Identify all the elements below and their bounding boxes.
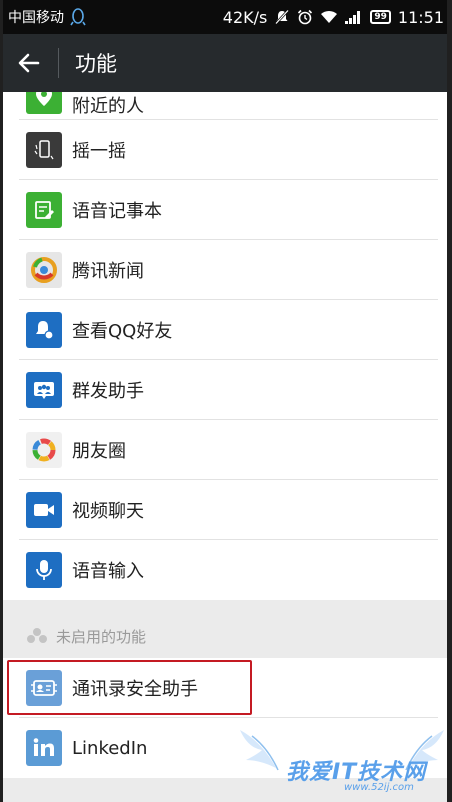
left-frame-edge xyxy=(0,0,3,802)
feature-list: 附近的人 摇一摇 语音记事本 腾讯新闻 查看QQ好友 群发助手 朋友圈 视频聊天… xyxy=(0,92,452,778)
feature-label: 视频聊天 xyxy=(72,501,144,522)
right-frame-edge xyxy=(447,0,452,802)
feature-item-nearby[interactable]: 附近的人 xyxy=(0,92,452,120)
feature-label: 语音记事本 xyxy=(72,201,162,222)
status-bar: 中国移动 42K/s 99 11:51 xyxy=(0,0,452,34)
feature-item-voice-notepad[interactable]: 语音记事本 xyxy=(0,180,452,240)
mass-send-icon xyxy=(26,372,62,408)
status-indicators: 42K/s 99 11:51 xyxy=(223,8,444,27)
wifi-icon xyxy=(321,10,338,23)
toolbar-divider xyxy=(58,48,59,78)
page-title: 功能 xyxy=(75,52,117,76)
feature-item-view-qq-friends[interactable]: 查看QQ好友 xyxy=(0,300,452,360)
feature-label: 附近的人 xyxy=(72,96,144,117)
alarm-clock-icon xyxy=(298,9,313,25)
moments-icon xyxy=(26,432,62,468)
voice-notepad-icon xyxy=(26,192,62,228)
feature-label: 语音输入 xyxy=(72,561,144,582)
feature-item-linkedin[interactable]: LinkedIn xyxy=(0,718,452,778)
feature-item-tencent-news[interactable]: 腾讯新闻 xyxy=(0,240,452,300)
back-arrow-icon xyxy=(18,53,40,73)
disabled-features-header: 未启用的功能 xyxy=(0,600,452,658)
feature-label: 查看QQ好友 xyxy=(72,321,173,342)
feature-label: 朋友圈 xyxy=(72,441,126,462)
feature-label: 通讯录安全助手 xyxy=(72,679,198,700)
linkedin-icon xyxy=(26,730,62,766)
feature-label: LinkedIn xyxy=(72,737,148,759)
top-toolbar: 功能 xyxy=(0,34,452,92)
network-speed: 42K/s xyxy=(222,7,268,27)
feature-label: 群发助手 xyxy=(72,381,144,402)
notifications-muted-icon xyxy=(275,9,290,25)
back-button[interactable] xyxy=(0,34,58,92)
people-group-icon xyxy=(27,628,47,643)
feature-label: 摇一摇 xyxy=(72,141,126,162)
feature-item-mass-send[interactable]: 群发助手 xyxy=(0,360,452,420)
feature-item-voice-input[interactable]: 语音输入 xyxy=(0,540,452,600)
list-footer-gap xyxy=(0,778,452,802)
feature-label: 腾讯新闻 xyxy=(72,261,144,282)
qq-penguin-icon xyxy=(70,8,86,26)
signal-strength-icon xyxy=(345,11,361,24)
feature-item-contacts-security[interactable]: 通讯录安全助手 xyxy=(0,658,452,718)
shake-phone-icon xyxy=(26,132,62,168)
contacts-security-icon xyxy=(26,670,62,706)
carrier-name: 中国移动 xyxy=(8,10,64,26)
feature-item-shake[interactable]: 摇一摇 xyxy=(0,120,452,180)
section-title: 未启用的功能 xyxy=(56,627,147,646)
video-camera-icon xyxy=(26,492,62,528)
feature-item-moments[interactable]: 朋友圈 xyxy=(0,420,452,480)
microphone-icon xyxy=(26,552,62,588)
qq-friends-icon xyxy=(26,312,62,348)
clock-time: 11:51 xyxy=(397,7,444,27)
app-screen: 中国移动 42K/s 99 11:51 功能 附近的人 摇一摇 语音记事本 腾讯… xyxy=(0,0,452,802)
battery-level: 99 xyxy=(370,10,391,24)
tencent-news-icon xyxy=(26,252,62,288)
location-pin-icon xyxy=(26,92,62,114)
feature-item-video-chat[interactable]: 视频聊天 xyxy=(0,480,452,540)
